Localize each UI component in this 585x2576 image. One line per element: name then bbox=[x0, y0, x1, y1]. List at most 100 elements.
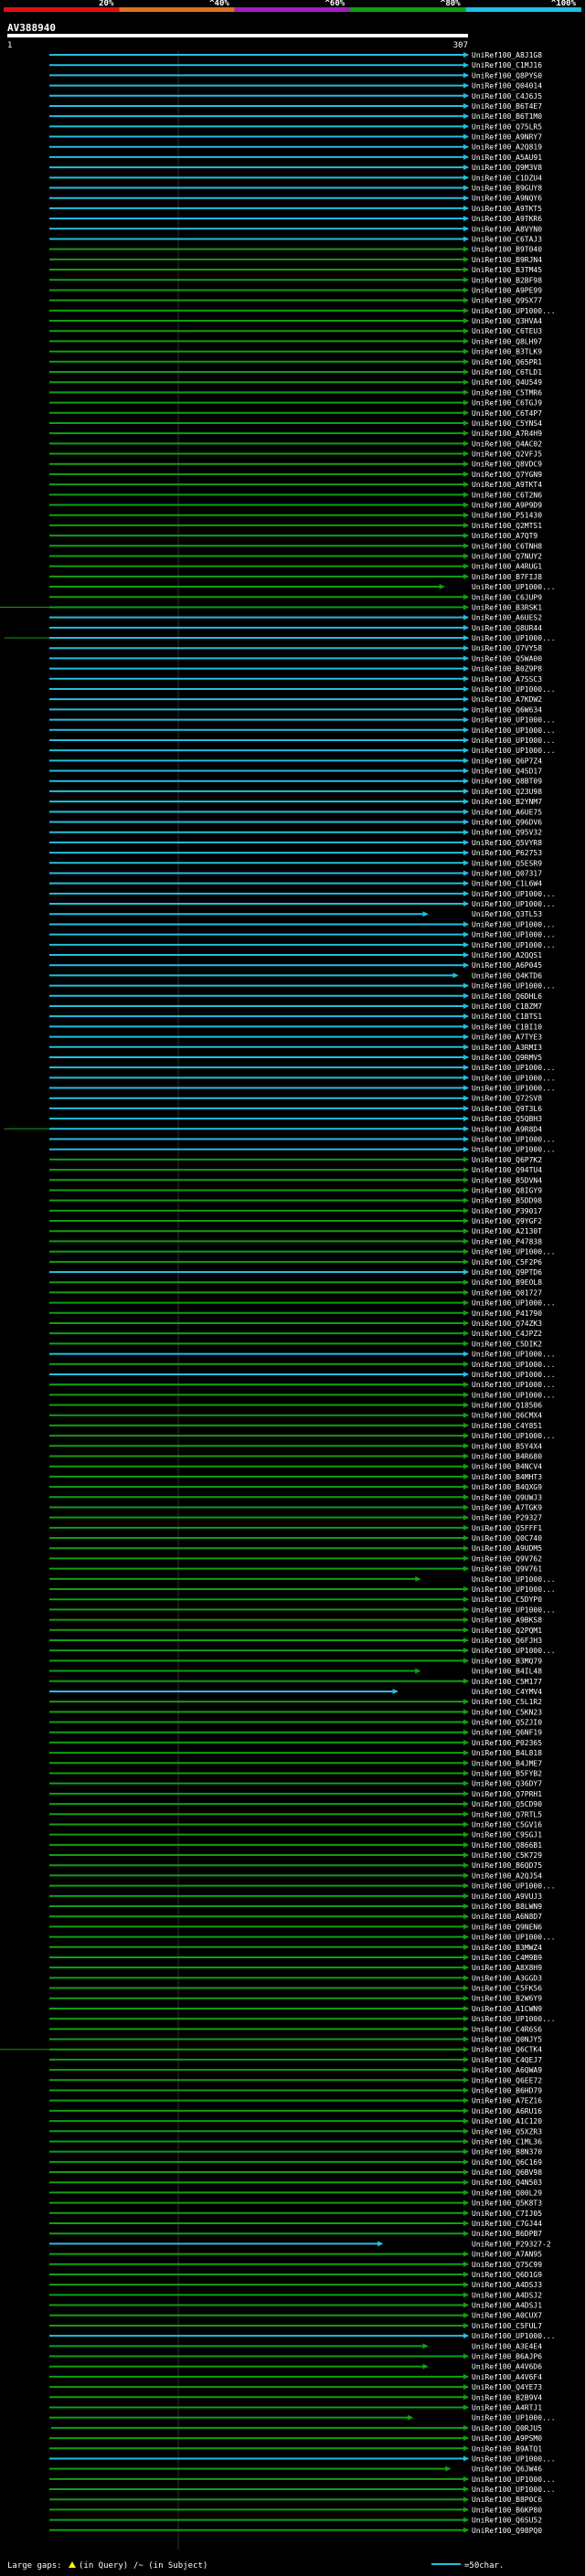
alignment-label: UniRef100_B6QD75 bbox=[472, 1861, 542, 1870]
alignment-arrow bbox=[463, 2353, 469, 2359]
alignment-arrow bbox=[452, 972, 459, 979]
alignment-label: UniRef100_Q07317 bbox=[472, 869, 542, 877]
alignment-label: UniRef100_B9RJN4 bbox=[472, 256, 542, 264]
alignment-arrow bbox=[463, 1034, 469, 1040]
alignment-label: UniRef100_UP1000... bbox=[472, 982, 556, 991]
alignment-label: UniRef100_A1CWN9 bbox=[472, 2005, 542, 2013]
alignment-label: UniRef100_A4DSJ2 bbox=[472, 2291, 542, 2299]
query-name: AV388940 bbox=[7, 22, 56, 34]
alignment-label: UniRef100_Q8IGY9 bbox=[472, 1186, 542, 1194]
legend-in-query: (in Query) bbox=[79, 2561, 128, 2571]
alignment-label: UniRef100_B6T1M0 bbox=[472, 112, 542, 121]
alignment-label: UniRef100_Q9V762 bbox=[472, 1554, 542, 1563]
alignment-arrow bbox=[463, 1719, 469, 1725]
alignment-arrow bbox=[463, 747, 469, 754]
alignment-arrow bbox=[463, 2292, 469, 2298]
alignment-arrow bbox=[463, 982, 469, 989]
alignment-arrow bbox=[463, 1238, 469, 1245]
alignment-label: UniRef100_A3RMI3 bbox=[472, 1044, 542, 1052]
alignment-overview-chart: 20% ^40% ^60% ^80% ^100% AV388940 1 307 UniR… bbox=[0, 0, 581, 2571]
alignment-label: UniRef100_A3GGD3 bbox=[472, 1974, 542, 1982]
alignment-arrow bbox=[408, 2414, 414, 2421]
alignment-label: UniRef100_Q65PR1 bbox=[472, 358, 542, 366]
alignment-arrow bbox=[463, 2261, 469, 2267]
alignment-arrow bbox=[463, 1729, 469, 1735]
alignment-label: UniRef100_Q6BV98 bbox=[472, 2168, 542, 2177]
alignment-arrow bbox=[463, 1770, 469, 1776]
identity-tick: ^40% bbox=[209, 0, 229, 8]
identity-tick-labels: 20% ^40% ^60% ^80% ^100% bbox=[99, 0, 576, 8]
alignment-label: UniRef100_B6T4E7 bbox=[472, 102, 542, 111]
alignment-arrow bbox=[463, 839, 469, 845]
alignment-label: UniRef100_UP1000... bbox=[472, 1432, 556, 1440]
alignment-label: UniRef100_A8X8H9 bbox=[472, 1964, 542, 1972]
alignment-label: UniRef100_B4L818 bbox=[472, 1749, 542, 1757]
legend: Large gaps: (in Query) /~ (in Subject) =… bbox=[7, 2561, 504, 2571]
alignment-arrow bbox=[463, 1371, 469, 1377]
alignment-arrow bbox=[463, 1924, 469, 1930]
alignment-arrow bbox=[463, 226, 469, 232]
alignment-label: UniRef100_Q6FJH3 bbox=[472, 1637, 542, 1645]
alignment-label: UniRef100_C7GJ44 bbox=[472, 2220, 542, 2228]
alignment-arrow bbox=[463, 675, 469, 682]
alignment-label: UniRef100_B4IL48 bbox=[472, 1668, 542, 1676]
alignment-arrow bbox=[463, 216, 469, 222]
alignment-label: UniRef100_A8J1G8 bbox=[472, 51, 542, 59]
alignment-label: UniRef100_UP1000... bbox=[472, 1585, 556, 1594]
alignment-label: UniRef100_A9R8D4 bbox=[472, 1125, 542, 1133]
alignment-label: UniRef100_A6P045 bbox=[472, 961, 542, 970]
alignment-arrow bbox=[463, 624, 469, 631]
alignment-label: UniRef100_A7R4H9 bbox=[472, 429, 542, 438]
alignment-arrow bbox=[422, 2343, 429, 2349]
alignment-label: UniRef100_Q6P7K2 bbox=[472, 1156, 542, 1164]
alignment-label: UniRef100_C5YNS4 bbox=[472, 419, 542, 428]
alignment-arrow bbox=[463, 1484, 469, 1490]
alignment-arrow bbox=[463, 2445, 469, 2452]
alignment-arrow bbox=[463, 379, 469, 386]
alignment-label: UniRef100_C5DYP0 bbox=[472, 1595, 542, 1604]
alignment-label: UniRef100_A9UDM5 bbox=[472, 1544, 542, 1553]
alignment-arrow bbox=[463, 1535, 469, 1542]
alignment-arrow bbox=[463, 502, 469, 508]
alignment-arrow bbox=[463, 246, 469, 252]
alignment-label: UniRef100_Q36DY7 bbox=[472, 1780, 542, 1788]
alignment-label: UniRef100_Q9PTD6 bbox=[472, 1268, 542, 1277]
alignment-arrow bbox=[463, 399, 469, 406]
alignment-arrow bbox=[463, 72, 469, 79]
alignment-arrow bbox=[463, 2169, 469, 2176]
alignment-arrow bbox=[463, 297, 469, 303]
alignment-label: UniRef100_A9P9D9 bbox=[472, 502, 542, 510]
alignment-arrow bbox=[463, 1412, 469, 1418]
alignment-arrow bbox=[463, 1892, 469, 1899]
alignment-label: UniRef100_Q5QBH3 bbox=[472, 1115, 542, 1123]
alignment-label: UniRef100_Q5VYR8 bbox=[472, 839, 542, 847]
alignment-label: UniRef100_P41790 bbox=[472, 1309, 542, 1318]
alignment-arrow bbox=[463, 205, 469, 211]
alignment-label: UniRef100_UP1000... bbox=[472, 2015, 556, 2023]
alignment-arrow bbox=[463, 768, 469, 774]
alignment-arrow bbox=[463, 1637, 469, 1643]
alignment-label: UniRef100_UP1000... bbox=[472, 1351, 556, 1359]
alignment-arrow bbox=[463, 2394, 469, 2401]
alignment-label: UniRef100_Q9V761 bbox=[472, 1565, 542, 1574]
alignment-arrow bbox=[463, 2179, 469, 2186]
alignment-arrow bbox=[378, 2241, 384, 2247]
alignment-arrow bbox=[463, 338, 469, 345]
alignment-arrow bbox=[463, 1248, 469, 1255]
alignment-arrow bbox=[463, 1739, 469, 1745]
alignment-arrow bbox=[463, 2138, 469, 2145]
alignment-arrow bbox=[463, 256, 469, 262]
alignment-label: UniRef100_UP1000... bbox=[472, 2414, 556, 2422]
alignment-arrow bbox=[463, 1136, 469, 1142]
alignment-arrow bbox=[463, 1228, 469, 1235]
alignment-arrow bbox=[463, 1975, 469, 1981]
alignment-label: UniRef100_Q0C740 bbox=[472, 1534, 542, 1542]
alignment-label: UniRef100_Q6JW46 bbox=[472, 2465, 542, 2474]
alignment-label: UniRef100_A4RUG1 bbox=[472, 563, 542, 571]
alignment-label: UniRef100_Q96DV6 bbox=[472, 819, 542, 827]
alignment-arrow bbox=[463, 1954, 469, 1960]
alignment-label: UniRef100_C4YMV4 bbox=[472, 1688, 542, 1696]
alignment-label: UniRef100_B8LWN9 bbox=[472, 1903, 542, 1911]
alignment-label: UniRef100_C5TMR6 bbox=[472, 388, 542, 397]
alignment-arrow bbox=[463, 82, 469, 89]
